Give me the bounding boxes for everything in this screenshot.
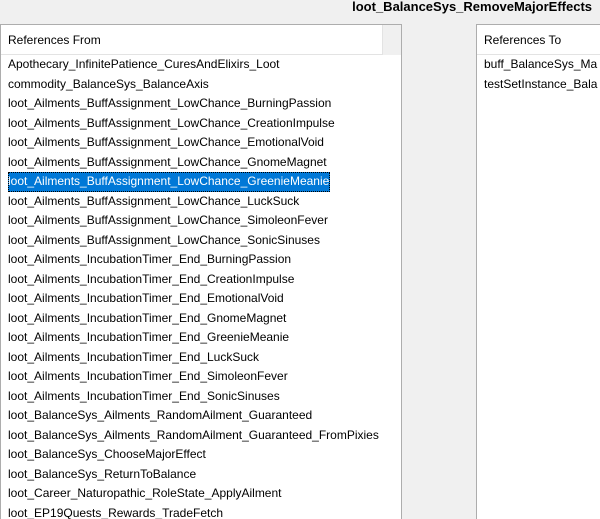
list-item-label: loot_Ailments_BuffAssignment_LowChance_G… xyxy=(8,172,331,192)
list-item-label: Apothecary_InfinitePatience_CuresAndElix… xyxy=(8,57,280,71)
list-item[interactable]: loot_Ailments_IncubationTimer_End_Burnin… xyxy=(1,250,401,270)
list-item-label: loot_BalanceSys_Ailments_RandomAilment_G… xyxy=(8,408,313,422)
list-item-label: loot_Ailments_IncubationTimer_End_Creati… xyxy=(8,271,295,286)
list-item[interactable]: loot_Ailments_IncubationTimer_End_Emotio… xyxy=(1,289,401,309)
list-item[interactable]: loot_BalanceSys_Ailments_RandomAilment_G… xyxy=(1,406,401,426)
list-item-label: loot_EP19Quests_Rewards_TradeFetch xyxy=(8,505,224,519)
list-item[interactable]: testSetInstance_Bala xyxy=(477,75,600,95)
list-item-label: testSetInstance_Bala xyxy=(484,76,598,91)
list-item-label: loot_Career_Naturopathic_RoleState_Apply… xyxy=(8,486,282,500)
window-title: loot_BalanceSys_RemoveMajorEffects xyxy=(352,0,592,14)
list-item-label: loot_BalanceSys_Ailments_RandomAilment_G… xyxy=(8,427,379,442)
references-to-panel: References To buff_BalanceSys_Ma testSetI… xyxy=(476,24,600,519)
vertical-scrollbar[interactable] xyxy=(382,25,401,55)
list-item[interactable]: Apothecary_InfinitePatience_CuresAndElix… xyxy=(1,55,401,75)
list-item[interactable]: loot_Ailments_IncubationTimer_End_Creati… xyxy=(1,270,401,290)
list-item[interactable]: loot_BalanceSys_ChooseMajorEffect xyxy=(1,445,401,465)
list-item-label: loot_Ailments_BuffAssignment_LowChance_G… xyxy=(8,154,327,169)
list-item[interactable]: commodity_BalanceSys_BalanceAxis xyxy=(1,75,401,95)
list-item[interactable]: loot_Ailments_BuffAssignment_LowChance_C… xyxy=(1,114,401,134)
list-item[interactable]: loot_Ailments_BuffAssignment_LowChance_G… xyxy=(1,153,401,173)
list-item[interactable]: loot_Ailments_IncubationTimer_End_SonicS… xyxy=(1,387,401,407)
list-item-label: buff_BalanceSys_Ma xyxy=(484,57,598,71)
list-item-label: loot_BalanceSys_ChooseMajorEffect xyxy=(8,447,206,461)
list-item[interactable]: loot_Ailments_BuffAssignment_LowChance_L… xyxy=(1,192,401,212)
references-to-list[interactable]: buff_BalanceSys_Ma testSetInstance_Bala xyxy=(477,55,600,94)
list-item[interactable]: loot_Ailments_BuffAssignment_LowChance_G… xyxy=(1,172,401,192)
list-item-label: loot_Ailments_IncubationTimer_End_Greeni… xyxy=(8,330,290,344)
list-item-label: loot_Ailments_IncubationTimer_End_SonicS… xyxy=(8,388,280,403)
list-item[interactable]: loot_Ailments_IncubationTimer_End_GnomeM… xyxy=(1,309,401,329)
list-item-label: loot_Ailments_BuffAssignment_LowChance_B… xyxy=(8,96,332,110)
list-item-label: loot_Ailments_BuffAssignment_LowChance_E… xyxy=(8,135,324,149)
list-item[interactable]: buff_BalanceSys_Ma xyxy=(477,55,600,75)
list-item-label: loot_Ailments_BuffAssignment_LowChance_S… xyxy=(8,213,328,227)
list-item[interactable]: loot_Ailments_BuffAssignment_LowChance_E… xyxy=(1,133,401,153)
list-item-label: loot_Ailments_BuffAssignment_LowChance_S… xyxy=(8,232,320,247)
list-item-label: commodity_BalanceSys_BalanceAxis xyxy=(8,76,209,91)
list-item[interactable]: loot_BalanceSys_ReturnToBalance xyxy=(1,465,401,485)
list-item[interactable]: loot_Ailments_BuffAssignment_LowChance_B… xyxy=(1,94,401,114)
list-item-label: loot_BalanceSys_ReturnToBalance xyxy=(8,466,197,481)
references-from-list[interactable]: Apothecary_InfinitePatience_CuresAndElix… xyxy=(1,55,401,519)
list-item-label: loot_Ailments_IncubationTimer_End_LuckSu… xyxy=(8,349,260,364)
list-item-label: loot_Ailments_IncubationTimer_End_Burnin… xyxy=(8,252,292,266)
list-item-label: loot_Ailments_BuffAssignment_LowChance_L… xyxy=(8,193,300,208)
list-item[interactable]: loot_BalanceSys_Ailments_RandomAilment_G… xyxy=(1,426,401,446)
references-from-header: References From xyxy=(1,25,401,55)
list-item[interactable]: loot_Ailments_IncubationTimer_End_Simole… xyxy=(1,367,401,387)
list-item[interactable]: loot_Ailments_IncubationTimer_End_Greeni… xyxy=(1,328,401,348)
list-item[interactable]: loot_Ailments_BuffAssignment_LowChance_S… xyxy=(1,211,401,231)
references-to-header: References To xyxy=(477,25,600,55)
list-item[interactable]: loot_Ailments_IncubationTimer_End_LuckSu… xyxy=(1,348,401,368)
list-item-label: loot_Ailments_BuffAssignment_LowChance_C… xyxy=(8,115,335,130)
list-item-label: loot_Ailments_IncubationTimer_End_Emotio… xyxy=(8,291,284,305)
list-item[interactable]: loot_EP19Quests_Rewards_TradeFetch xyxy=(1,504,401,519)
references-from-panel: References From Apothecary_InfinitePatie… xyxy=(0,24,402,519)
list-item-label: loot_Ailments_IncubationTimer_End_Simole… xyxy=(8,369,288,383)
list-item[interactable]: loot_Ailments_BuffAssignment_LowChance_S… xyxy=(1,231,401,251)
list-item[interactable]: loot_Career_Naturopathic_RoleState_Apply… xyxy=(1,484,401,504)
list-item-label: loot_Ailments_IncubationTimer_End_GnomeM… xyxy=(8,310,287,325)
